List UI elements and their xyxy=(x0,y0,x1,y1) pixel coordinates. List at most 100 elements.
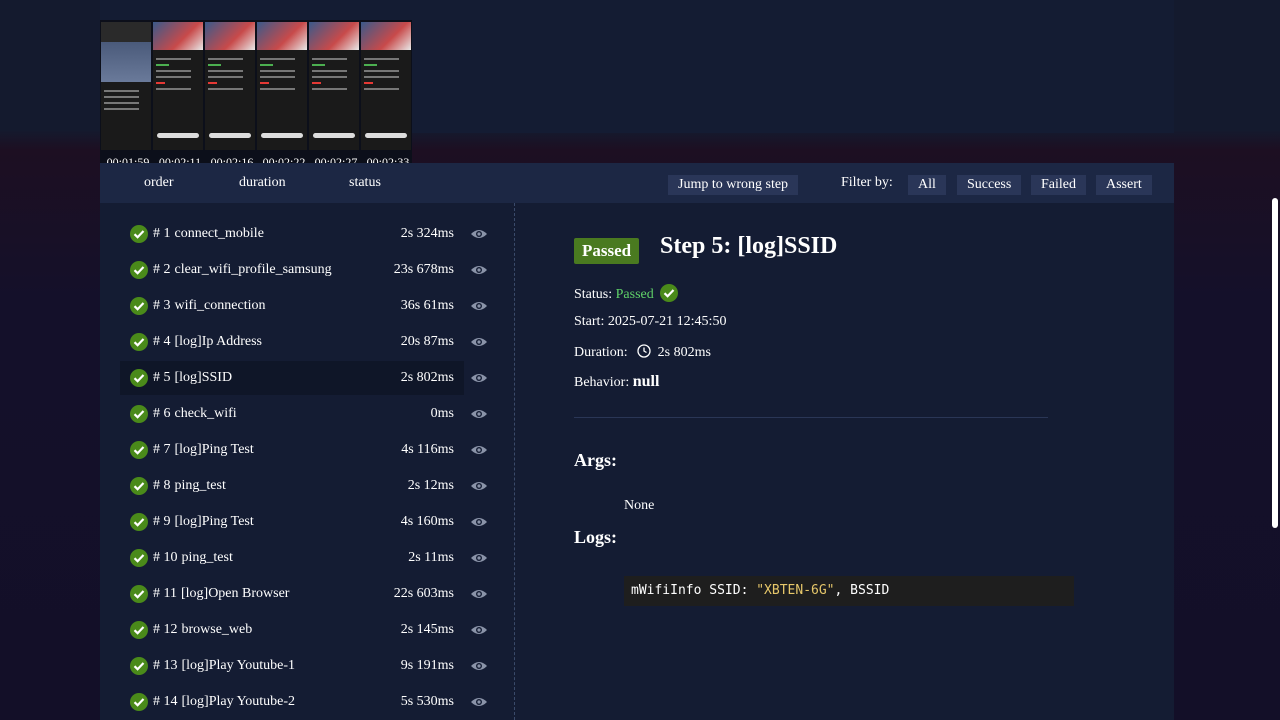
eye-icon[interactable] xyxy=(470,695,488,709)
step-duration: 4s 160ms xyxy=(400,514,454,529)
step-name: clear_wifi_profile_samsung xyxy=(174,262,332,277)
column-duration[interactable]: duration xyxy=(239,175,286,191)
eye-icon[interactable] xyxy=(470,227,488,241)
step-row[interactable]: # 4 [log]Ip Address 20s 87ms xyxy=(120,325,464,359)
status-row: Status: Passed xyxy=(574,284,679,303)
eye-icon[interactable] xyxy=(470,299,488,313)
step-row[interactable]: # 11 [log]Open Browser 22s 603ms xyxy=(120,577,464,611)
step-number: # 9 xyxy=(153,514,171,529)
screenshot-thumbnail[interactable] xyxy=(205,22,255,150)
step-duration: 2s 11ms xyxy=(408,550,454,565)
step-duration: 0ms xyxy=(430,406,454,421)
check-circle-icon xyxy=(130,657,148,675)
step-duration: 22s 603ms xyxy=(393,586,454,601)
step-number: # 8 xyxy=(153,478,171,493)
check-circle-icon xyxy=(660,284,679,302)
step-row[interactable]: # 1 connect_mobile 2s 324ms xyxy=(120,217,464,251)
check-circle-icon xyxy=(130,621,148,639)
eye-icon[interactable] xyxy=(470,479,488,493)
screenshot-thumbnail[interactable] xyxy=(257,22,307,150)
check-circle-icon xyxy=(130,513,148,531)
screenshot-thumbnail[interactable] xyxy=(153,22,203,150)
check-circle-icon xyxy=(130,585,148,603)
screenshot-thumbnail[interactable] xyxy=(309,22,359,150)
eye-icon[interactable] xyxy=(470,515,488,529)
step-row[interactable]: # 3 wifi_connection 36s 61ms xyxy=(120,289,464,323)
step-name: [log]Play Youtube-2 xyxy=(181,694,296,709)
step-name: [log]Ip Address xyxy=(174,334,263,349)
step-row[interactable]: # 7 [log]Ping Test 4s 116ms xyxy=(120,433,464,467)
step-row[interactable]: # 12 browse_web 2s 145ms xyxy=(120,613,464,647)
duration-value: 2s 802ms xyxy=(657,345,711,360)
panel-divider xyxy=(514,203,515,720)
eye-icon[interactable] xyxy=(470,335,488,349)
eye-icon[interactable] xyxy=(470,659,488,673)
step-name: [log]SSID xyxy=(174,370,233,385)
step-number: # 1 xyxy=(153,226,171,241)
step-duration: 2s 802ms xyxy=(400,370,454,385)
step-row[interactable]: # 13 [log]Play Youtube-1 9s 191ms xyxy=(120,649,464,683)
step-number: # 11 xyxy=(153,586,177,601)
behavior-label: Behavior: xyxy=(574,375,630,390)
screenshot-thumbnail[interactable] xyxy=(101,22,151,150)
screenshot-thumbnail[interactable] xyxy=(361,22,411,150)
step-duration: 2s 12ms xyxy=(407,478,454,493)
step-name: ping_test xyxy=(174,478,226,493)
step-number: # 14 xyxy=(153,694,178,709)
eye-icon[interactable] xyxy=(470,587,488,601)
jump-to-wrong-step-button[interactable]: Jump to wrong step xyxy=(668,175,799,195)
step-duration: 2s 145ms xyxy=(400,622,454,637)
check-circle-icon xyxy=(130,225,148,243)
step-number: # 7 xyxy=(153,442,171,457)
step-name: [log]Ping Test xyxy=(174,442,254,457)
step-name: [log]Ping Test xyxy=(174,514,254,529)
eye-icon[interactable] xyxy=(470,407,488,421)
step-row[interactable]: # 2 clear_wifi_profile_samsung 23s 678ms xyxy=(120,253,464,287)
step-name: connect_mobile xyxy=(174,226,264,241)
check-circle-icon xyxy=(130,693,148,711)
filter-success-button[interactable]: Success xyxy=(957,175,1022,195)
eye-icon[interactable] xyxy=(470,623,488,637)
step-number: # 4 xyxy=(153,334,171,349)
column-order[interactable]: order xyxy=(144,175,174,191)
step-row[interactable]: # 10 ping_test 2s 11ms xyxy=(120,541,464,575)
report-content: # 1 connect_mobile 2s 324ms # 2 clear_wifi_p… xyxy=(100,203,1174,720)
step-number: # 5 xyxy=(153,370,171,385)
eye-icon[interactable] xyxy=(470,551,488,565)
step-number: # 12 xyxy=(153,622,178,637)
step-row[interactable]: # 9 [log]Ping Test 4s 160ms xyxy=(120,505,464,539)
step-row[interactable]: # 14 [log]Play Youtube-2 5s 530ms xyxy=(120,685,464,719)
clock-icon xyxy=(637,344,651,358)
step-row[interactable]: # 5 [log]SSID 2s 802ms xyxy=(120,361,464,395)
start-row: Start: 2025-07-21 12:45:50 xyxy=(574,314,726,330)
check-circle-icon xyxy=(130,333,148,351)
check-circle-icon xyxy=(130,477,148,495)
filter-all-button[interactable]: All xyxy=(908,175,946,195)
step-name: ping_test xyxy=(181,550,233,565)
filter-assert-button[interactable]: Assert xyxy=(1096,175,1152,195)
step-name: [log]Open Browser xyxy=(180,586,290,601)
eye-icon[interactable] xyxy=(470,263,488,277)
behavior-row: Behavior: null xyxy=(574,373,659,391)
eye-icon[interactable] xyxy=(470,443,488,457)
check-circle-icon xyxy=(130,441,148,459)
filter-label: Filter by: xyxy=(841,175,893,190)
step-name: [log]Play Youtube-1 xyxy=(181,658,296,673)
step-name: check_wifi xyxy=(174,406,237,421)
start-label: Start: xyxy=(574,314,605,329)
step-row[interactable]: # 8 ping_test 2s 12ms xyxy=(120,469,464,503)
status-label: Status: xyxy=(574,287,613,302)
check-circle-icon xyxy=(130,405,148,423)
check-circle-icon xyxy=(130,297,148,315)
step-duration: 2s 324ms xyxy=(400,226,454,241)
step-number: # 13 xyxy=(153,658,178,673)
step-duration: 9s 191ms xyxy=(400,658,454,673)
filter-failed-button[interactable]: Failed xyxy=(1031,175,1086,195)
column-status[interactable]: status xyxy=(349,175,381,191)
step-duration: 20s 87ms xyxy=(400,334,454,349)
scrollbar[interactable] xyxy=(1272,198,1278,528)
log-text: , BSSID xyxy=(834,583,890,598)
eye-icon[interactable] xyxy=(470,371,488,385)
step-row[interactable]: # 6 check_wifi 0ms xyxy=(120,397,464,431)
step-number: # 10 xyxy=(153,550,178,565)
